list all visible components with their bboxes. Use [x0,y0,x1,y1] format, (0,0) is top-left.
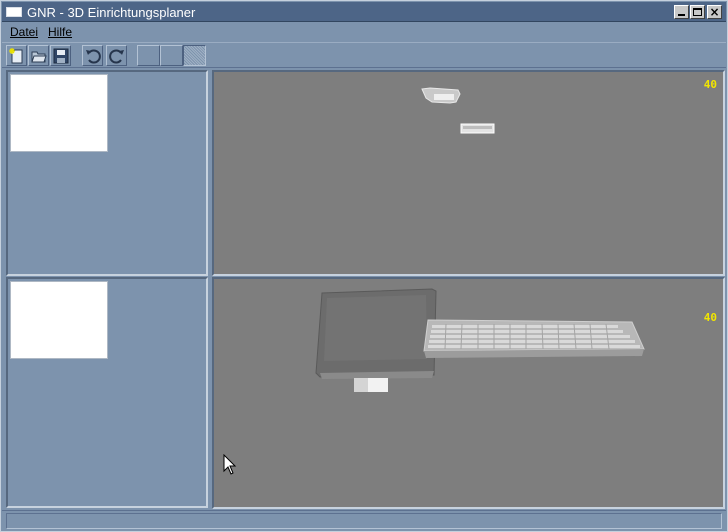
maximize-icon [693,8,702,16]
menu-bar: Datei Hilfe [2,23,726,41]
top-view-scene [421,87,495,134]
catalog-pane-top [6,70,208,276]
view-mode-3-button[interactable] [183,45,206,66]
menu-file[interactable]: Datei [10,25,38,39]
title-bar[interactable]: GNR - 3D Einrichtungsplaner × [2,2,726,22]
preview-thumbnail[interactable] [10,74,108,152]
window-title: GNR - 3D Einrichtungsplaner [27,5,196,20]
viewport-bottom[interactable]: 40 [212,277,725,509]
app-window: GNR - 3D Einrichtungsplaner × Datei Hilf… [0,0,728,532]
viewport-top[interactable]: 40 [212,70,725,276]
open-file-button[interactable] [28,45,49,66]
status-bar [2,510,726,531]
save-disk-icon [53,48,69,64]
save-button[interactable] [50,45,71,66]
monitor-model [315,288,437,392]
close-button[interactable]: × [707,5,722,19]
view-mode-1-button[interactable] [137,45,160,66]
keyboard-top-keys [463,126,492,129]
app-icon [6,7,22,17]
keyboard-model [423,319,645,358]
maximize-button[interactable] [690,5,705,19]
menu-help[interactable]: Hilfe [48,25,72,39]
undo-icon [86,49,101,64]
status-text [6,513,722,529]
minimize-icon [678,14,685,16]
perspective-scene [315,288,645,392]
close-icon: × [709,5,720,19]
fps-counter: 40 [703,78,717,91]
toolbar [2,42,726,68]
undo-button[interactable] [82,45,103,66]
fps-counter: 40 [703,311,717,324]
monitor-top-highlight [434,94,454,100]
minimize-button[interactable] [674,5,689,19]
new-file-button[interactable] [6,45,27,66]
redo-icon [109,49,124,64]
mouse-cursor-icon [223,454,237,475]
new-file-icon [9,48,23,64]
view-mode-2-button[interactable] [160,45,183,66]
redo-button[interactable] [106,45,127,66]
open-folder-icon [31,51,47,63]
catalog-pane-bottom [6,277,208,508]
preview-thumbnail[interactable] [10,281,108,359]
